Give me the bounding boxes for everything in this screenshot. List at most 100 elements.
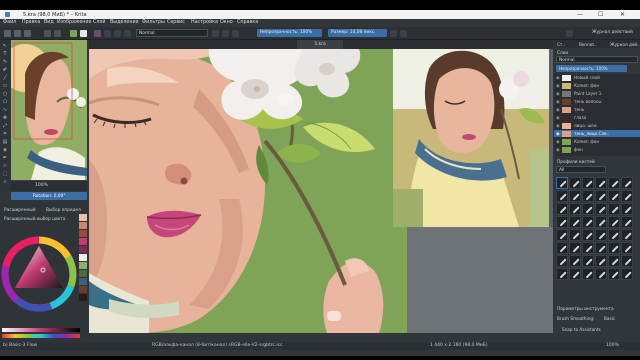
brush-preset[interactable] [621,242,633,254]
menu-settings[interactable]: Настройка [191,20,218,25]
gradient-tool-icon[interactable]: ▤ [2,140,8,145]
brush-preset[interactable] [582,190,594,202]
brush-preset[interactable] [569,216,581,228]
gradient-icon[interactable] [94,29,101,37]
brush-preset[interactable] [595,216,607,228]
save-document-icon[interactable] [24,29,31,37]
layer-row[interactable]: ◉ глаза [554,114,640,122]
tab-history[interactable]: Журнал дей.. [610,42,640,47]
bezier-tool-icon[interactable]: ∿ [2,108,8,113]
painting-canvas[interactable] [89,49,553,333]
new-document-icon[interactable] [4,29,11,37]
brush-preset[interactable] [595,242,607,254]
crop-tool-icon[interactable]: ⌗ [2,132,8,137]
menu-window[interactable]: Окно [220,20,233,25]
polygon-tool-icon[interactable]: ⬠ [2,100,8,105]
palette-swatch[interactable] [79,230,87,237]
palette-swatch[interactable] [79,278,87,285]
brush-preset[interactable] [608,268,620,280]
mirror-vertical-icon[interactable] [400,29,407,37]
overview-zoom[interactable]: 100% [35,183,48,188]
brush-preset[interactable] [582,255,594,267]
menu-edit[interactable]: Правка [22,20,40,25]
layer-row[interactable]: ◉ Копия: фон [554,138,640,146]
brush-preset-icon[interactable] [104,29,111,37]
undo-icon[interactable] [44,29,51,37]
blend-mode-select[interactable]: Normal [136,29,208,37]
brush-preset[interactable] [621,177,633,189]
brush-preset[interactable] [582,242,594,254]
workspace-icon[interactable] [566,29,573,37]
document-tab[interactable]: 5.kra [297,40,343,49]
palette-swatch[interactable] [79,262,87,269]
value-slider[interactable] [2,328,80,332]
menu-view[interactable]: Вид [44,20,54,25]
brush-preset[interactable] [556,229,568,241]
close-button[interactable]: ✕ [620,11,625,18]
select-shapes-icon[interactable]: ↖ [2,44,8,49]
brush-preset[interactable] [569,203,581,215]
ellipse-tool-icon[interactable]: ○ [2,92,8,97]
brush-preset[interactable] [582,229,594,241]
pattern-icon[interactable] [80,29,87,37]
minimize-button[interactable]: — [577,11,583,18]
brush-preset[interactable] [556,242,568,254]
palette-swatch[interactable] [79,254,87,261]
palette-swatch[interactable] [79,222,87,229]
tab-bonnet[interactable]: Bonnet.. [579,42,597,47]
color-picker-tab[interactable]: Выбор определ [46,208,81,213]
redo-icon[interactable] [54,29,61,37]
brush-preset[interactable] [569,190,581,202]
brush-preset[interactable] [608,216,620,228]
brush-preset[interactable] [595,177,607,189]
brush-preset[interactable] [582,203,594,215]
brush-preset[interactable] [595,255,607,267]
layer-row[interactable]: ◉ тень волосы [554,98,640,106]
snap-assistants-checkbox[interactable]: Snap to Assistants [562,327,601,332]
brush-preset[interactable] [595,229,607,241]
brush-preset[interactable] [569,229,581,241]
brush-preset[interactable] [556,268,568,280]
assistant-tool-icon[interactable]: ⊹ [2,164,8,169]
mirror-horizontal-icon[interactable] [390,29,397,37]
brush-preset[interactable] [595,268,607,280]
layer-row[interactable]: ◉ лицо, шеи [554,122,640,130]
text-tool-icon[interactable]: T [2,52,8,57]
brush-filter-select[interactable]: All [556,166,606,173]
brush-preset[interactable] [621,229,633,241]
palette-swatch[interactable] [79,246,87,253]
fill-tool-icon[interactable]: ◈ [2,148,8,153]
brush-preset[interactable] [582,177,594,189]
alpha-lock-icon[interactable] [232,29,239,37]
status-zoom[interactable]: 100% [606,342,619,350]
menu-filters[interactable]: Фильтры [142,20,165,25]
brush-preset[interactable] [556,203,568,215]
layer-row[interactable]: ◉ Новый слой [554,74,640,82]
menu-image[interactable]: Изображение [57,20,92,25]
brush-smoothing-value[interactable]: Basic [604,316,615,321]
palette-swatch[interactable] [79,214,87,221]
palette-swatch[interactable] [79,286,87,293]
menu-select[interactable]: Выделение [110,20,139,25]
freehand-brush-icon[interactable]: ✐ [2,68,8,73]
rect-select-icon[interactable]: ⬚ [2,172,8,177]
brush-preset[interactable] [595,203,607,215]
menu-layer[interactable]: Слой [93,20,105,25]
brush-preset[interactable] [608,203,620,215]
brush-preset[interactable] [621,216,633,228]
open-document-icon[interactable] [14,29,21,37]
brush-preset[interactable] [608,242,620,254]
brush-preset[interactable] [582,268,594,280]
brush-editor-icon[interactable] [114,29,121,37]
zoom-tool-icon[interactable]: ⌕ [2,180,8,185]
layer-row[interactable]: ◉ Paint Layer 1 [554,90,640,98]
brush-preset[interactable] [569,242,581,254]
brush-preset[interactable] [582,216,594,228]
brush-preset[interactable] [556,216,568,228]
layer-row-active[interactable]: ◉ тень_лицо Сле.. [554,130,640,138]
reload-preset-icon[interactable] [222,29,229,37]
layer-row[interactable]: ◉ фон [554,146,640,154]
maximize-button[interactable]: ☐ [598,11,603,18]
brush-preset[interactable] [608,229,620,241]
move-tool-icon[interactable]: ✥ [2,116,8,121]
